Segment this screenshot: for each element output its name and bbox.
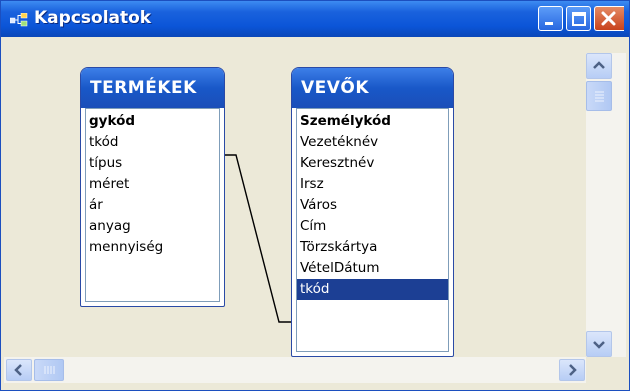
- grip-icon: [595, 91, 604, 102]
- maximize-icon: [572, 12, 586, 26]
- field-keresztnev[interactable]: Keresztnév: [297, 153, 448, 174]
- scroll-down-button[interactable]: [586, 331, 612, 357]
- maximize-button[interactable]: [566, 6, 591, 31]
- scroll-left-button[interactable]: [6, 359, 32, 381]
- field-tkod[interactable]: tkód: [86, 132, 219, 153]
- field-irsz[interactable]: Irsz: [297, 174, 448, 195]
- relationships-canvas[interactable]: TERMÉKEK gykód tkód típus méret ár anyag…: [4, 38, 585, 357]
- table-termekek[interactable]: TERMÉKEK gykód tkód típus méret ár anyag…: [80, 67, 225, 307]
- close-icon: [601, 11, 616, 26]
- field-tipus[interactable]: típus: [86, 153, 219, 174]
- table-title[interactable]: TERMÉKEK: [81, 68, 224, 108]
- field-list-box[interactable]: gykód tkód típus méret ár anyag mennyisé…: [85, 108, 220, 302]
- vertical-scroll-thumb[interactable]: [586, 81, 612, 111]
- arrow-up-icon: [593, 61, 605, 69]
- field-meret[interactable]: méret: [86, 174, 219, 195]
- arrow-left-icon: [14, 364, 22, 376]
- grip-icon: [44, 366, 55, 374]
- minimize-icon: [545, 22, 553, 25]
- field-list-box[interactable]: Személykód Vezetéknév Keresztnév Irsz Vá…: [296, 108, 449, 352]
- arrow-right-icon: [569, 364, 577, 376]
- horizontal-scroll-thumb[interactable]: [34, 359, 64, 381]
- scroll-up-button[interactable]: [586, 53, 612, 79]
- relationships-window: Kapcsolatok TERMÉKEK gykód tkód típus mé…: [0, 0, 630, 391]
- field-cim[interactable]: Cím: [297, 216, 448, 237]
- horizontal-scrollbar[interactable]: [4, 357, 586, 383]
- minimize-button[interactable]: [538, 6, 563, 31]
- field-torzskartya[interactable]: Törzskártya: [297, 237, 448, 258]
- field-anyag[interactable]: anyag: [86, 216, 219, 237]
- scroll-right-button[interactable]: [559, 359, 585, 381]
- table-title[interactable]: VEVŐK: [292, 68, 453, 108]
- arrow-down-icon: [593, 341, 605, 349]
- relationships-icon[interactable]: [9, 12, 28, 27]
- field-mennyiseg[interactable]: mennyiség: [86, 237, 219, 258]
- scrollbar-corner: [586, 357, 626, 383]
- close-button[interactable]: [594, 6, 624, 31]
- field-ar[interactable]: ár: [86, 195, 219, 216]
- field-szemelykod[interactable]: Személykód: [297, 111, 448, 132]
- table-vevok[interactable]: VEVŐK Személykód Vezetéknév Keresztnév I…: [291, 67, 454, 357]
- window-title: Kapcsolatok: [34, 8, 152, 28]
- vertical-scrollbar[interactable]: [586, 53, 626, 357]
- title-bar[interactable]: Kapcsolatok: [1, 1, 629, 37]
- field-vezeteknev[interactable]: Vezetéknév: [297, 132, 448, 153]
- field-gykod[interactable]: gykód: [86, 111, 219, 132]
- field-varos[interactable]: Város: [297, 195, 448, 216]
- field-veteldatum[interactable]: VételDátum: [297, 258, 448, 279]
- field-tkod-selected[interactable]: tkód: [297, 279, 448, 300]
